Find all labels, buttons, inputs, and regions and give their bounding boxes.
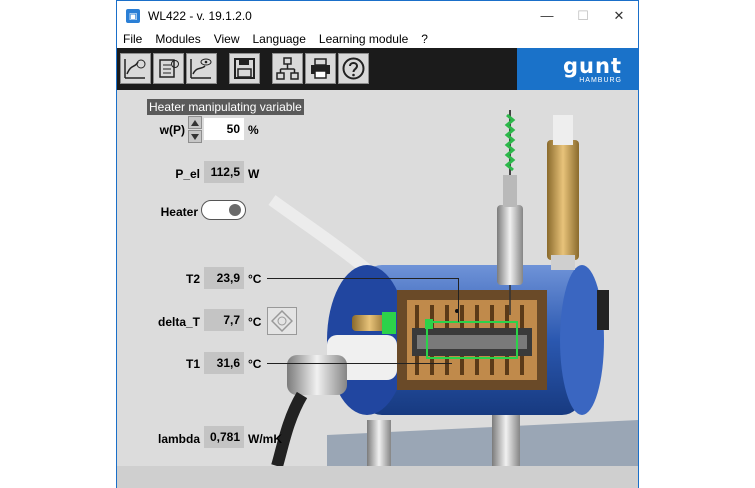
t2-leader-drop	[458, 278, 459, 322]
menu-language[interactable]: Language	[247, 32, 313, 46]
logo-subtext: HAMBURG	[579, 77, 622, 84]
menu-learning-module[interactable]: Learning module	[313, 32, 415, 46]
save-button[interactable]	[229, 53, 260, 84]
t2-value: 23,9	[204, 267, 244, 289]
arrow-up-icon	[191, 119, 199, 126]
toggle-knob	[229, 204, 241, 216]
lambda-value: 0,781	[204, 426, 244, 448]
section-title: Heater manipulating variable	[147, 99, 304, 115]
delta-t-value: 7,7	[204, 309, 244, 331]
minimize-button[interactable]: —	[529, 1, 565, 30]
delta-t-label: delta_T	[157, 315, 200, 329]
pel-value: 112,5	[204, 161, 244, 183]
increase-button[interactable]	[188, 116, 202, 129]
data-logger-button[interactable]	[153, 53, 184, 84]
menu-modules[interactable]: Modules	[149, 32, 207, 46]
time-chart-button[interactable]	[120, 53, 151, 84]
maximize-button[interactable]: ☐	[565, 1, 601, 30]
t1-leader-line	[267, 363, 452, 364]
title-bar: ▣ WL422 - v. 19.1.2.0 — ☐ ✕	[117, 1, 638, 30]
help-button[interactable]	[338, 53, 369, 84]
network-button[interactable]	[272, 53, 303, 84]
arrow-down-icon	[191, 133, 199, 140]
print-icon	[311, 58, 330, 79]
delta-t-unit: °C	[248, 315, 262, 329]
app-icon: ▣	[126, 8, 140, 23]
logo-text: gunt	[563, 54, 622, 78]
menu-file[interactable]: File	[117, 32, 149, 46]
data-logger-icon	[159, 59, 179, 78]
heater-toggle[interactable]	[201, 200, 246, 220]
t2-label: T2	[185, 272, 200, 286]
xy-chart-icon	[190, 58, 212, 79]
lambda-label: lambda	[157, 432, 200, 446]
save-icon	[234, 58, 255, 79]
help-icon	[342, 57, 365, 80]
print-button[interactable]	[305, 53, 336, 84]
t2-unit: °C	[248, 272, 262, 286]
menu-help[interactable]: ?	[415, 32, 435, 46]
xy-chart-button[interactable]	[186, 53, 217, 84]
pel-label: P_el	[175, 167, 200, 181]
toolbar: gunt HAMBURG	[117, 48, 638, 90]
t1-value: 31,6	[204, 352, 244, 374]
time-chart-icon	[124, 59, 146, 79]
gunt-logo: gunt HAMBURG	[517, 48, 638, 90]
app-window: ▣ WL422 - v. 19.1.2.0 — ☐ ✕ File Modules…	[116, 0, 639, 488]
calibrate-icon	[271, 310, 293, 332]
t1-label: T1	[185, 357, 200, 371]
menu-view[interactable]: View	[208, 32, 247, 46]
calibrate-button[interactable]	[267, 307, 297, 335]
heater-label: Heater	[160, 205, 198, 219]
wp-unit: %	[248, 123, 259, 137]
decrease-button[interactable]	[188, 130, 202, 143]
menu-bar: File Modules View Language Learning modu…	[117, 30, 638, 48]
pel-unit: W	[248, 167, 260, 181]
t1-unit: °C	[248, 357, 262, 371]
network-icon	[276, 57, 299, 80]
main-panel: Heater manipulating variable w(P) 50 % P…	[117, 90, 638, 466]
wp-label: w(P)	[159, 123, 185, 137]
wp-input[interactable]: 50	[204, 118, 244, 140]
lambda-unit: W/mK	[248, 432, 282, 446]
status-bar	[117, 466, 638, 488]
close-button[interactable]: ✕	[601, 1, 637, 30]
window-title: WL422 - v. 19.1.2.0	[148, 8, 252, 23]
t2-leader-line	[267, 278, 459, 279]
